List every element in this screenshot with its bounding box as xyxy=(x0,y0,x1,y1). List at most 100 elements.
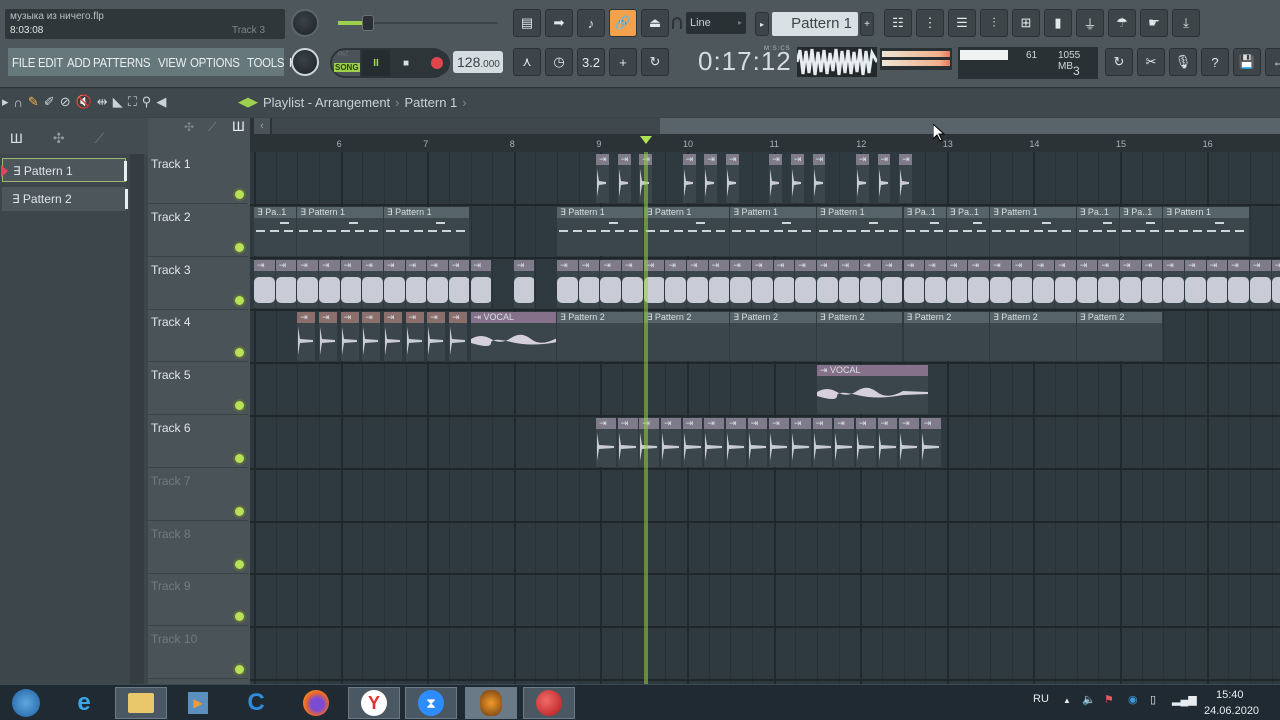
track-enable-led[interactable] xyxy=(235,612,244,622)
hand-button[interactable]: ☛ xyxy=(1140,9,1168,37)
track-header[interactable]: Track 4 xyxy=(148,310,248,363)
audio-clip[interactable]: ⇥ xyxy=(600,259,622,309)
audio-clip[interactable]: ⇥ xyxy=(812,418,833,467)
track-name[interactable]: Track 2 xyxy=(151,210,191,224)
pattern-clip[interactable]: ∃ Pattern 1 xyxy=(643,206,730,256)
audio-clip[interactable]: ⇥ xyxy=(1076,259,1098,309)
audio-clip[interactable]: ⇥ xyxy=(812,154,826,203)
record-button[interactable] xyxy=(424,50,450,76)
track-name[interactable]: Track 7 xyxy=(151,474,191,488)
snap-select[interactable]: Line ▸ xyxy=(686,12,746,34)
blend-notes-button[interactable]: + xyxy=(609,48,637,76)
track-name[interactable]: Track 9 xyxy=(151,579,191,593)
timeline-ruler[interactable]: ‹ 67891011121314151617 xyxy=(250,118,1280,152)
pattern-add-button[interactable]: + xyxy=(860,12,874,36)
audio-clip[interactable]: ⇥ xyxy=(747,418,768,467)
undo-button[interactable]: ↻ xyxy=(1105,48,1133,76)
track-enable-led[interactable] xyxy=(235,348,244,358)
menu-add[interactable]: ADD xyxy=(67,55,91,70)
audio-clip[interactable]: ⇥ xyxy=(773,259,795,309)
audio-clip[interactable]: ⇥ xyxy=(513,259,535,309)
pattern-clip[interactable]: ∃ Pattern 2 xyxy=(643,312,730,362)
pat-song-toggle[interactable]: PAT SONG xyxy=(332,50,360,76)
taskbar-bandicam[interactable] xyxy=(523,687,575,719)
master-volume-slider[interactable] xyxy=(338,15,498,31)
audio-clip[interactable]: ⇥ xyxy=(1011,259,1033,309)
piano-icon[interactable]: Ш xyxy=(10,130,23,154)
play-pause-button[interactable]: II xyxy=(362,50,390,76)
audio-clip[interactable]: ⇥ xyxy=(834,418,854,467)
breadcrumb-title[interactable]: Playlist - Arrangement xyxy=(263,95,390,110)
audio-clip[interactable]: ⇥ xyxy=(383,312,402,362)
breadcrumb-pattern[interactable]: Pattern 1 xyxy=(405,95,458,110)
help-button[interactable]: ? xyxy=(1201,48,1229,76)
playhead-marker[interactable] xyxy=(639,136,652,144)
network-signal-icon[interactable]: ▂▄▆ xyxy=(1172,693,1197,706)
playlist-grid[interactable]: ⇥ ⇥ ⇥ ⇥ ⇥ ⇥ ⇥ ⇥ ⇥ ⇥ ⇥ ⇥ ∃ Pa..1∃ Pattern… xyxy=(250,152,1280,684)
channel-rack-button[interactable]: ☰ xyxy=(948,9,976,37)
microphone-button[interactable]: 🎙 xyxy=(1169,48,1197,76)
audio-clip[interactable]: ⇥ xyxy=(877,154,891,203)
audio-clip[interactable]: ⇥ xyxy=(877,418,898,467)
arrow-right-button[interactable]: ➡ xyxy=(545,9,573,37)
track-enable-led[interactable] xyxy=(235,401,244,411)
pattern-clip[interactable]: ∃ Pa..1 xyxy=(1120,206,1163,256)
audio-clip[interactable]: ⇥ xyxy=(405,259,427,309)
clock-time[interactable]: 15:40 xyxy=(1216,689,1244,701)
language-indicator[interactable]: RU xyxy=(1033,693,1049,705)
battery-icon[interactable]: ▯ xyxy=(1150,693,1156,706)
audio-clip[interactable]: ⇥ xyxy=(790,154,804,203)
track-header[interactable]: Track 1 xyxy=(148,152,248,204)
master-pitch-knob[interactable] xyxy=(291,48,319,76)
audio-clip[interactable]: ⇥ xyxy=(725,418,746,467)
metronome-button[interactable]: ⏏ xyxy=(641,9,669,37)
audio-clip[interactable]: ⇥ xyxy=(427,259,448,309)
mixer-button[interactable]: ⫶ xyxy=(980,9,1008,37)
audio-clip[interactable]: ⇥ xyxy=(1206,259,1228,309)
show-hidden-icons-icon[interactable]: ▲ xyxy=(1063,696,1071,705)
track-header[interactable]: Track 2 xyxy=(148,205,248,257)
audio-clip[interactable]: ⇥ xyxy=(682,418,703,467)
menu-options[interactable]: OPTIONS xyxy=(190,55,240,70)
pencil-icon[interactable]: ✎ xyxy=(28,94,39,110)
automation-icon[interactable]: ⟋ xyxy=(95,130,105,154)
audio-clip[interactable]: ⇥ xyxy=(1033,259,1055,309)
audio-clip[interactable]: ⇥ xyxy=(297,312,316,362)
track-header[interactable]: Track 7 xyxy=(148,469,248,521)
track-enable-led[interactable] xyxy=(235,242,244,252)
audio-clip[interactable]: ⇥ xyxy=(318,312,337,362)
track-header[interactable]: Track 6 xyxy=(148,416,248,468)
audio-clip[interactable]: ⇥ xyxy=(275,259,297,309)
track-header[interactable]: Track 10 xyxy=(148,627,248,680)
track-enable-led[interactable] xyxy=(235,665,244,675)
playback-icon[interactable]: ◀ xyxy=(156,94,166,110)
audio-clip[interactable]: ⇥ xyxy=(427,312,446,362)
select-icon[interactable]: ⛶ xyxy=(128,94,137,110)
taskbar-firefox[interactable] xyxy=(290,687,342,719)
audio-clip[interactable]: ⇥ xyxy=(946,259,968,309)
track-header[interactable]: Track 9 xyxy=(148,574,248,627)
note-button[interactable]: ♪ xyxy=(577,9,605,37)
pattern-clip[interactable]: ∃ Pattern 1 xyxy=(297,206,383,256)
pattern-clip[interactable]: ∃ Pa..1 xyxy=(254,206,297,256)
pattern-clip[interactable]: ∃ Pattern 1 xyxy=(1163,206,1249,256)
menu-edit[interactable]: EDIT xyxy=(38,55,63,70)
audio-clip[interactable]: ⇥ xyxy=(708,259,730,309)
audio-clip[interactable]: ⇥ xyxy=(925,259,946,309)
audio-clip[interactable]: ⇥ VOCAL xyxy=(470,312,557,362)
track-name[interactable]: Track 3 xyxy=(151,263,191,277)
audio-clip[interactable]: ⇥ xyxy=(297,259,318,309)
audio-clip[interactable]: ⇥ xyxy=(899,154,912,203)
track-enable-led[interactable] xyxy=(235,295,244,305)
zoom-icon[interactable]: ⚲ xyxy=(142,94,152,110)
delete-icon[interactable]: ⊘ xyxy=(60,94,71,110)
pattern-selector[interactable]: Pattern 1 xyxy=(772,12,858,36)
audio-clip[interactable]: ⇥ xyxy=(1055,259,1076,309)
scroll-left-button[interactable]: ‹ xyxy=(254,118,270,134)
menu-tools[interactable]: TOOLS xyxy=(247,55,285,70)
audio-clip[interactable]: ⇥ xyxy=(855,418,876,467)
track-header[interactable]: Track 8 xyxy=(148,522,248,574)
pattern-clip[interactable]: ∃ Pattern 2 xyxy=(816,312,903,362)
audio-clip[interactable]: ⇥ xyxy=(1184,259,1206,309)
audio-clip[interactable]: ⇥ xyxy=(1120,259,1141,309)
